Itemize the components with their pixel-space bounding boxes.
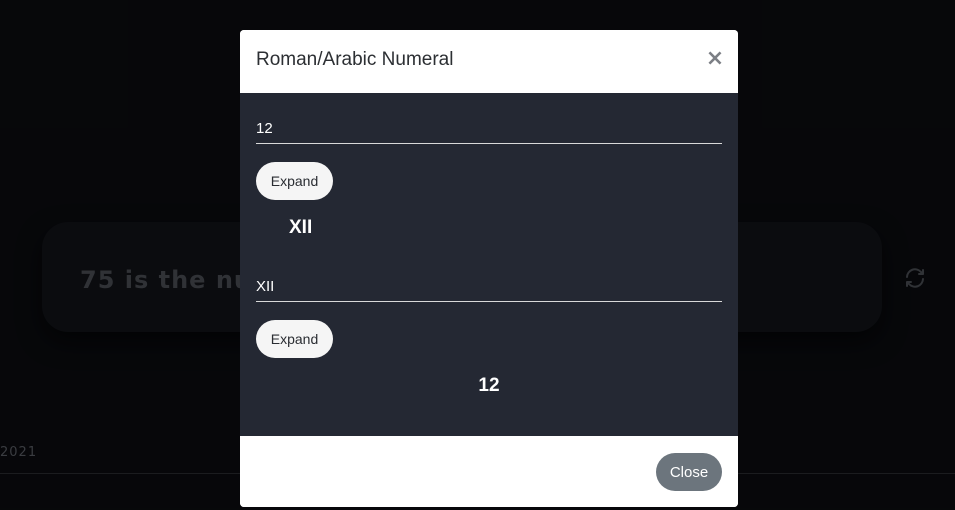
modal-title: Roman/Arabic Numeral bbox=[256, 49, 454, 70]
numeral-modal: Roman/Arabic Numeral × Expand XII Expand… bbox=[240, 30, 738, 507]
modal-header: Roman/Arabic Numeral × bbox=[240, 30, 738, 92]
modal-footer: Close bbox=[240, 436, 738, 507]
arabic-result: 12 bbox=[478, 375, 500, 396]
expand-roman-button[interactable]: Expand bbox=[256, 320, 333, 358]
roman-numeral-input[interactable] bbox=[256, 271, 722, 302]
close-button[interactable]: Close bbox=[656, 453, 722, 491]
close-icon[interactable]: × bbox=[704, 48, 726, 70]
modal-body: Expand XII Expand 12 bbox=[240, 93, 738, 436]
arabic-number-input[interactable] bbox=[256, 113, 722, 144]
expand-arabic-button[interactable]: Expand bbox=[256, 162, 333, 200]
roman-result: XII bbox=[289, 217, 313, 238]
